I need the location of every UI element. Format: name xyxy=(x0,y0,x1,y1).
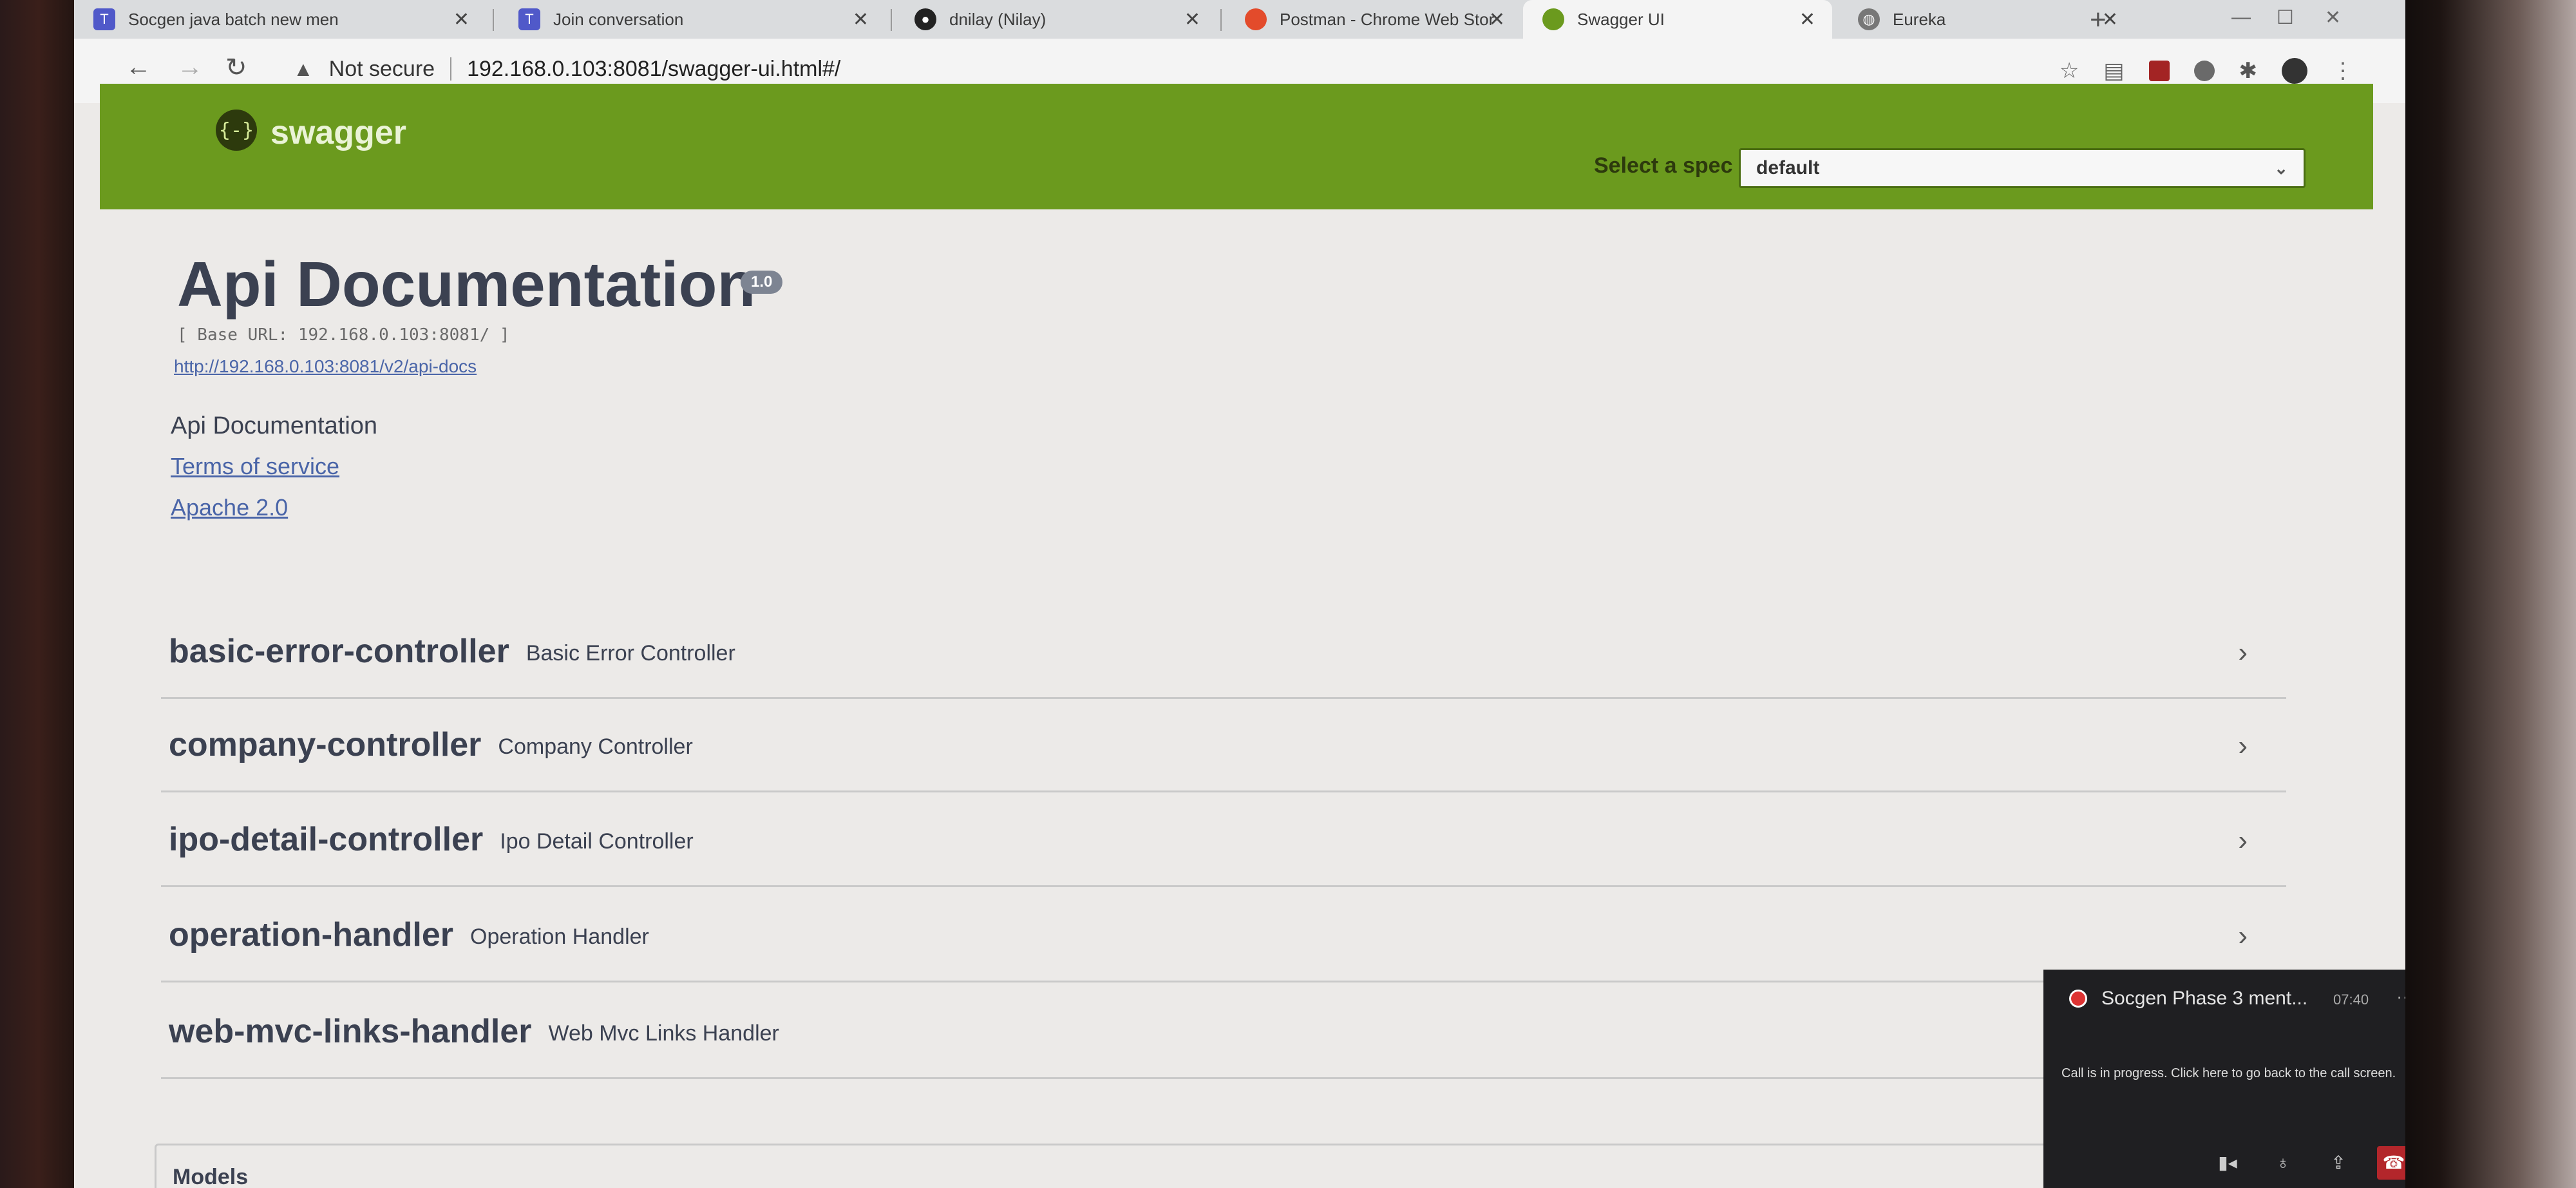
extension-icons: ☆ ▤ ✱ ⋮ xyxy=(2060,58,2354,84)
swagger-logo-text[interactable]: swagger xyxy=(270,113,406,152)
back-arrow-icon[interactable]: ← xyxy=(126,53,151,82)
hang-up-icon[interactable]: ☎ xyxy=(2377,1145,2405,1180)
maximize-icon[interactable]: ☐ xyxy=(2277,6,2294,29)
terms-of-service-link[interactable]: Terms of service xyxy=(171,453,339,480)
photo-right-edge xyxy=(2383,0,2576,1188)
call-title: Socgen Phase 3 ment... xyxy=(2101,988,2308,1009)
tab-label: Swagger UI xyxy=(1577,9,1665,29)
tab-label: Socgen java batch new men xyxy=(128,9,339,29)
tab-swagger-ui[interactable]: Swagger UI ✕ xyxy=(1523,0,1832,39)
globe-icon: ◍ xyxy=(1858,8,1880,30)
share-screen-icon[interactable]: ⇪ xyxy=(2322,1146,2355,1180)
page-title: Api Documentation xyxy=(177,249,756,320)
forward-arrow-icon[interactable]: → xyxy=(177,53,203,82)
new-tab-button[interactable]: + xyxy=(2090,4,2107,36)
controller-description: Company Controller xyxy=(498,734,693,759)
close-icon[interactable]: ✕ xyxy=(1184,8,1200,31)
github-icon: ● xyxy=(914,8,936,30)
reload-icon[interactable]: ↻ xyxy=(225,53,247,82)
swagger-icon xyxy=(1542,8,1564,30)
controller-description: Web Mvc Links Handler xyxy=(548,1020,779,1046)
close-icon[interactable]: ✕ xyxy=(853,8,869,31)
controller-name: company-controller xyxy=(169,726,482,763)
teams-icon: T xyxy=(93,8,115,30)
extension-icon[interactable] xyxy=(2193,61,2215,81)
tab-label: Eureka xyxy=(1893,9,1946,29)
base-url: [ Base URL: 192.168.0.103:8081/ ] xyxy=(177,325,510,345)
chevron-down-icon: ⌄ xyxy=(2274,158,2288,178)
call-message[interactable]: Call is in progress. Click here to go ba… xyxy=(2061,1066,2396,1081)
divider xyxy=(450,57,452,81)
tab-join-conversation[interactable]: T Join conversation ✕ xyxy=(499,0,886,39)
close-icon[interactable]: ✕ xyxy=(453,8,469,31)
url-text[interactable]: 192.168.0.103:8081/swagger-ui.html#/ xyxy=(467,57,840,82)
select-spec-label: Select a spec xyxy=(1594,153,1733,178)
tab-label: Join conversation xyxy=(553,9,684,29)
close-window-icon[interactable]: ✕ xyxy=(2325,6,2341,29)
chevron-right-icon[interactable]: › xyxy=(2238,637,2248,669)
tab-github[interactable]: ● dnilay (Nilay) ✕ xyxy=(895,0,1217,39)
more-options-icon[interactable]: ··· xyxy=(2396,986,2405,1007)
chrome-webstore-icon xyxy=(1245,8,1267,30)
call-duration: 07:40 xyxy=(2333,992,2369,1008)
microphone-icon[interactable]: ♁ xyxy=(2266,1146,2300,1180)
swagger-logo-icon[interactable]: {-} xyxy=(216,110,257,151)
teams-icon: T xyxy=(518,8,540,30)
tab-strip: T Socgen java batch new men ✕ T Join con… xyxy=(74,0,2405,39)
models-section[interactable]: Models xyxy=(155,1144,2087,1188)
call-controls: ▮◂ ♁ ⇪ ☎ xyxy=(2043,1137,2405,1188)
camera-off-icon[interactable]: ▮◂ xyxy=(2211,1146,2244,1180)
controller-description: Operation Handler xyxy=(470,924,649,949)
tab-separator xyxy=(891,9,892,31)
tab-separator xyxy=(1220,9,1222,31)
tab-socgen-batch[interactable]: T Socgen java batch new men ✕ xyxy=(74,0,486,39)
puzzle-icon[interactable]: ✱ xyxy=(2239,58,2258,84)
api-docs-link[interactable]: http://192.168.0.103:8081/v2/api-docs xyxy=(174,356,477,377)
controller-section-company[interactable]: company-controller Company Controller › xyxy=(161,699,2286,792)
close-icon[interactable]: ✕ xyxy=(1799,8,1815,31)
version-badge: 1.0 xyxy=(741,271,783,294)
tab-separator xyxy=(493,9,494,31)
spec-select-value: default xyxy=(1756,157,1820,178)
controller-section-basic-error[interactable]: basic-error-controller Basic Error Contr… xyxy=(161,606,2286,699)
chevron-right-icon[interactable]: › xyxy=(2238,730,2248,762)
warning-icon: ▲ xyxy=(293,57,314,81)
browser-window: T Socgen java batch new men ✕ T Join con… xyxy=(74,0,2405,1188)
controller-section-operation-handler[interactable]: operation-handler Operation Handler › xyxy=(161,889,2286,982)
controller-description: Ipo Detail Controller xyxy=(500,829,694,854)
models-heading: Models xyxy=(173,1165,249,1188)
reader-icon[interactable]: ▤ xyxy=(2103,58,2124,84)
star-icon[interactable]: ☆ xyxy=(2060,58,2079,84)
controller-section-web-mvc-links[interactable]: web-mvc-links-handler Web Mvc Links Hand… xyxy=(161,986,2286,1079)
security-label: Not secure xyxy=(328,56,435,81)
call-header: Socgen Phase 3 ment... xyxy=(2069,988,2307,1010)
tab-postman[interactable]: Postman - Chrome Web Stor ✕ xyxy=(1226,0,1522,39)
kebab-menu-icon[interactable]: ⋮ xyxy=(2332,58,2354,84)
api-description: Api Documentation xyxy=(171,412,378,439)
controller-name: operation-handler xyxy=(169,916,454,953)
spec-select[interactable]: default ⌄ xyxy=(1739,148,2306,188)
avatar[interactable] xyxy=(2282,58,2307,84)
extension-icon[interactable] xyxy=(2148,61,2170,81)
chevron-right-icon[interactable]: › xyxy=(2238,825,2248,857)
swagger-topbar: {-} swagger Select a spec default ⌄ xyxy=(100,84,2373,209)
minimize-icon[interactable]: — xyxy=(2231,6,2251,28)
controller-name: web-mvc-links-handler xyxy=(169,1013,532,1050)
chevron-right-icon[interactable]: › xyxy=(2238,920,2248,952)
controller-description: Basic Error Controller xyxy=(526,640,735,666)
tab-label: Postman - Chrome Web Stor xyxy=(1280,9,1495,29)
license-link[interactable]: Apache 2.0 xyxy=(171,494,288,521)
controller-section-ipo-detail[interactable]: ipo-detail-controller Ipo Detail Control… xyxy=(161,794,2286,887)
tab-label: dnilay (Nilay) xyxy=(949,9,1046,29)
record-icon xyxy=(2069,990,2087,1008)
close-icon[interactable]: ✕ xyxy=(1489,8,1505,31)
call-in-progress-popup[interactable]: Socgen Phase 3 ment... 07:40 ··· Call is… xyxy=(2043,970,2405,1188)
controller-name: basic-error-controller xyxy=(169,633,509,670)
controller-name: ipo-detail-controller xyxy=(169,821,484,858)
